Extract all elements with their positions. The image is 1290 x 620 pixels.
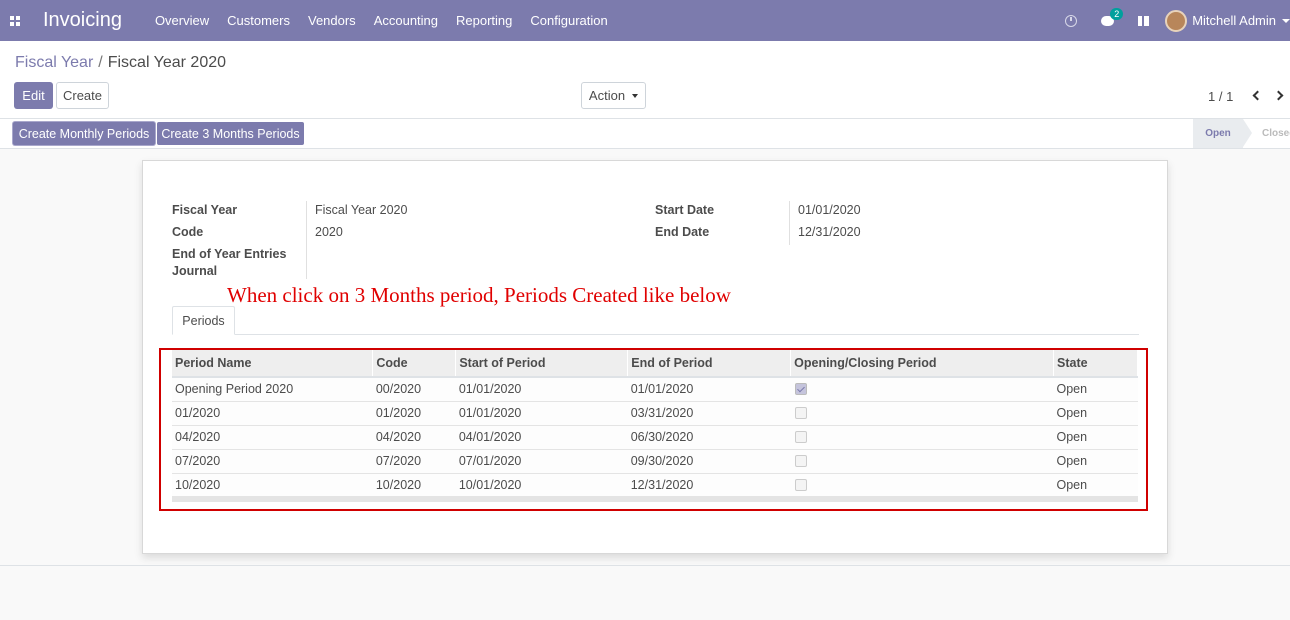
- user-menu[interactable]: Mitchell Admin: [1165, 9, 1290, 32]
- code-value[interactable]: 2020: [315, 225, 343, 239]
- tabs-border: [172, 334, 1139, 335]
- apps-menu-icon[interactable]: [1, 0, 29, 41]
- action-label: Action: [588, 88, 626, 103]
- menu-reporting[interactable]: Reporting: [456, 13, 512, 28]
- fiscal-year-value[interactable]: Fiscal Year 2020: [315, 203, 407, 217]
- annotation-highlight-box: [159, 348, 1148, 511]
- end-date-value[interactable]: 12/31/2020: [798, 225, 861, 239]
- top-navbar: Invoicing Overview Customers Vendors Acc…: [0, 0, 1290, 41]
- breadcrumb-current: Fiscal Year 2020: [107, 54, 227, 71]
- gift-icon[interactable]: [1129, 15, 1157, 26]
- app-name[interactable]: Invoicing: [43, 9, 122, 32]
- breadcrumb-separator: /: [98, 54, 103, 71]
- caret-down-icon: [1282, 18, 1290, 23]
- stage-closed[interactable]: Closed: [1262, 119, 1290, 148]
- start-date-label: Start Date: [655, 203, 715, 217]
- breadcrumb-parent-link[interactable]: Fiscal Year: [15, 54, 93, 71]
- menu-vendors[interactable]: Vendors: [308, 13, 356, 28]
- annotation-note: When click on 3 Months period, Periods C…: [227, 283, 731, 307]
- activity-clock-icon[interactable]: [1057, 14, 1085, 27]
- edit-button[interactable]: Edit: [14, 82, 53, 109]
- action-dropdown[interactable]: Action: [581, 82, 646, 109]
- pager-next-icon[interactable]: [1273, 90, 1287, 102]
- caret-down-icon: [632, 93, 639, 98]
- field-divider: [306, 201, 307, 279]
- pager-previous-icon[interactable]: [1251, 90, 1263, 102]
- end-of-year-journal-label: End of Year Entries Journal: [172, 247, 287, 278]
- user-name: Mitchell Admin: [1192, 13, 1276, 28]
- code-label: Code: [172, 225, 204, 239]
- control-panel: Fiscal Year / Fiscal Year 2020 Edit Create…: [0, 41, 1290, 119]
- breadcrumb: Fiscal Year / Fiscal Year 2020: [15, 54, 226, 72]
- field-divider: [789, 201, 790, 245]
- create-monthly-periods-button[interactable]: Create Monthly Periods: [13, 122, 155, 145]
- fiscal-year-label: Fiscal Year: [172, 203, 238, 217]
- navbar-systray: 2 Mitchell Admin: [1057, 0, 1290, 41]
- avatar: [1165, 9, 1188, 32]
- menu-configuration[interactable]: Configuration: [530, 13, 607, 28]
- tab-periods[interactable]: Periods: [172, 306, 235, 335]
- start-date-value[interactable]: 01/01/2020: [798, 203, 861, 217]
- menu-customers[interactable]: Customers: [227, 13, 290, 28]
- menu-accounting[interactable]: Accounting: [374, 13, 438, 28]
- stage-arrow: [1243, 119, 1252, 147]
- form-sheet: Fiscal Year Fiscal Year 2020 Code 2020 E…: [142, 160, 1168, 554]
- end-date-label: End Date: [655, 225, 710, 239]
- pager-value[interactable]: 1 / 1: [1208, 89, 1233, 104]
- messages-badge: 2: [1110, 7, 1124, 20]
- stage-open[interactable]: Open: [1193, 119, 1243, 148]
- menu-overview[interactable]: Overview: [155, 13, 209, 28]
- create-button[interactable]: Create: [56, 82, 109, 109]
- create-3-months-periods-button[interactable]: Create 3 Months Periods: [157, 122, 304, 145]
- messaging-chat-icon[interactable]: 2: [1093, 7, 1124, 26]
- main-menu: Overview Customers Vendors Accounting Re…: [155, 13, 626, 28]
- form-statusbar: Create Monthly Periods Create 3 Months P…: [0, 119, 1290, 149]
